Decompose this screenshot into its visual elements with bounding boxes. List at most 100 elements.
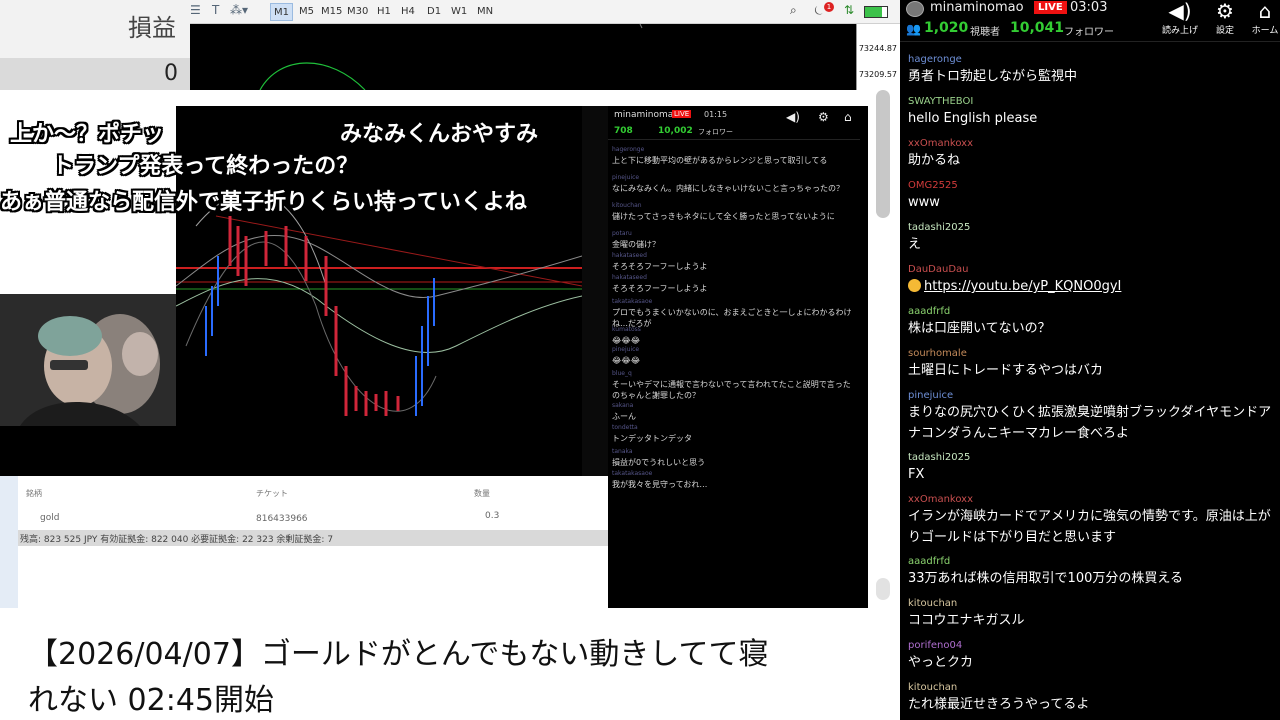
embedded-chat-text: 損益が0でうれしいと思う [612, 458, 706, 467]
read-aloud-button[interactable]: ◀) 読み上げ [1155, 0, 1205, 36]
price-scale: 73244.87 73209.57 [856, 24, 900, 90]
embedded-chat-username: sakana [612, 402, 634, 409]
indicator-curve [259, 23, 643, 91]
timeframe-m15-button[interactable]: M15 [318, 3, 345, 21]
streamer-name[interactable]: minaminomao [930, 0, 1024, 15]
chat-username[interactable]: tadashi2025 [908, 452, 1272, 464]
scrollbar-thumb[interactable] [876, 90, 890, 218]
timeframe-m30-button[interactable]: M30 [344, 3, 371, 21]
chat-username[interactable]: DauDauDau [908, 264, 1272, 276]
position-volume: 0.3 [485, 511, 500, 521]
embedded-chat-text: 金曜の儲け？ [612, 240, 660, 249]
search-icon[interactable]: ⌕ [790, 3, 797, 18]
embedded-chat-username: kumatoss [612, 326, 641, 333]
viewer-label: 視聴者 [970, 27, 1000, 38]
embedded-chat-username: hakataseed [612, 252, 647, 259]
chat-username[interactable]: xxOmankoxx [908, 138, 1272, 150]
chat-username[interactable]: OMG2525 [908, 180, 1272, 192]
embedded-chat-text: そーいやデマに通報で言わないでって言われてたこと説明で言ったのちゃんと謝罪したの… [612, 380, 851, 400]
timeframe-h1-button[interactable]: H1 [374, 3, 394, 21]
chat-text: www [908, 192, 1272, 213]
live-chat-panel: minaminomao LIVE 03:03 👥 1,020 視聴者 10,04… [900, 0, 1280, 720]
embedded-chat-text: そろそろフーフーしようよ [612, 262, 708, 271]
chat-username[interactable]: sourhomale [908, 348, 1272, 360]
chat-text-content: 勇者トロ勃起しながら監視中 [908, 69, 1078, 84]
chat-username[interactable]: xxOmankoxx [908, 494, 1272, 506]
embedded-chat-message: tondetta トンデッタトンデッタ [612, 422, 856, 444]
position-symbol: gold [40, 513, 60, 523]
battery-level [865, 7, 882, 17]
chat-text: 助かるね [908, 150, 1272, 171]
chat-text-content: https://youtu.be/yP_KQNO0gyI [924, 279, 1122, 294]
chat-username[interactable]: porifeno04 [908, 640, 1272, 652]
embedded-chat-header: minaminomao LIVE 01:15 708 10,002 フォロワー … [608, 106, 860, 140]
chat-text-content: 株は口座開いてないの？ [908, 321, 1051, 336]
home-label: ホーム [1251, 26, 1279, 36]
timeframe-mn-button[interactable]: MN [474, 3, 496, 21]
column-symbol: 銘柄 [26, 489, 42, 498]
chat-text-content: まりなの尻穴ひくひく拡張激臭逆噴射ブラックダイヤモンドアナコンダうんこキーマカレ… [908, 405, 1272, 441]
battery-icon [864, 6, 888, 18]
embedded-chat-text: トンデッタトンデッタ [612, 434, 692, 443]
embedded-follower-label: フォロワー [698, 128, 733, 136]
profit-loss-value-row: 0 [0, 58, 190, 90]
stream-view: 損益 0 ☰ T ⁂▾ M1 M5 M15 M30 H1 H4 D1 W1 MN ⌕ ⏾ 1 ⇅… [0, 0, 1280, 720]
chat-username[interactable]: hageronge [908, 54, 1272, 66]
shapes-icon[interactable]: ⁂▾ [230, 3, 248, 17]
live-badge: LIVE [1034, 1, 1067, 14]
text-tool-icon[interactable]: T [212, 3, 219, 17]
chat-message: hageronge 勇者トロ勃起しながら監視中 [908, 54, 1272, 87]
chat-text: hello English please [908, 108, 1272, 129]
embedded-chat-username: tanaka [612, 448, 633, 455]
chat-text-content: hello English please [908, 111, 1038, 126]
terminal-sidebar [0, 476, 18, 608]
embedded-streamer-name: minaminomao [614, 110, 679, 120]
streamer-avatar[interactable] [906, 1, 924, 17]
embedded-chat-username: takatakasaoe [612, 470, 653, 477]
timeframe-m1-button[interactable]: M1 [270, 3, 293, 21]
chat-message: SWAYTHEBOI hello English please [908, 96, 1272, 129]
chat-username[interactable]: kitouchan [908, 598, 1272, 610]
chat-username[interactable]: tadashi2025 [908, 222, 1272, 234]
speaker-icon: ◀) [1168, 0, 1192, 23]
embedded-chat-text: 上と下に移動平均の壁があるからレンジと思って取引してる [612, 156, 828, 165]
page-scrollbar[interactable] [868, 90, 900, 600]
video-title: 【2026/04/07】ゴールドがとんでもない動きしてて寝 れない 02:45開… [28, 632, 848, 720]
chat-text: 勇者トロ勃起しながら監視中 [908, 66, 1272, 87]
chat-text-content: ココウエナキガスル [908, 613, 1025, 628]
bell-icon[interactable]: ⏾ [814, 3, 824, 18]
chat-username[interactable]: SWAYTHEBOI [908, 96, 1272, 108]
embedded-chat-username: potaru [612, 230, 632, 237]
webcam-feed [0, 294, 176, 426]
chat-message-list[interactable]: hageronge 勇者トロ勃起しながら監視中 SWAYTHEBOI hello En… [900, 52, 1280, 720]
timeframe-m5-button[interactable]: M5 [296, 3, 317, 21]
embedded-chat-message: blue_q そーいやデマに通報で言わないでって言われてたこと説明で言ったのちゃん… [612, 368, 856, 401]
chat-header: minaminomao LIVE 03:03 👥 1,020 視聴者 10,04… [900, 0, 1280, 42]
chat-username[interactable]: pinejuice [908, 390, 1272, 402]
chat-username[interactable]: kitouchan [908, 682, 1272, 694]
chat-message: DauDauDau https://youtu.be/yP_KQNO0gyI [908, 264, 1272, 297]
chat-message: aaadfrfd 33万あれば株の信用取引で100万分の株買える [908, 556, 1272, 589]
profit-loss-panel: 損益 0 [0, 0, 190, 90]
chat-username[interactable]: aaadfrfd [908, 556, 1272, 568]
chat-link[interactable]: https://youtu.be/yP_KQNO0gyI [908, 276, 1272, 297]
embedded-chat-text: そろそろフーフーしようよ [612, 284, 708, 293]
embedded-chat-username: hakataseed [612, 274, 647, 281]
price-chart-top[interactable] [190, 23, 856, 91]
speaker-icon: ◀) [786, 110, 800, 124]
embedded-chat-username: pinejuice [612, 174, 640, 181]
chat-text: まりなの尻穴ひくひく拡張激臭逆噴射ブラックダイヤモンドアナコンダうんこキーマカレ… [908, 402, 1272, 444]
list-icon[interactable]: ☰ [190, 3, 201, 17]
chat-text-content: 助かるね [908, 153, 961, 168]
embedded-chat-message: tanaka 損益が0でうれしいと思う [612, 446, 856, 468]
smile-emoji-icon [908, 279, 921, 292]
home-button[interactable]: ⌂ ホーム [1240, 0, 1280, 36]
scrollbar-thumb-secondary[interactable] [876, 578, 890, 600]
timeframe-d1-button[interactable]: D1 [424, 3, 444, 21]
position-ticket: 816433966 [256, 514, 308, 524]
stream-video[interactable]: 上か～？ポチッ みなみくんおやすみ トランプ発表って終わったの？ あぁ普通なら配… [0, 106, 868, 608]
embedded-chat-message: pinejuice 😂😂😂 [612, 344, 856, 366]
chat-username[interactable]: aaadfrfd [908, 306, 1272, 318]
timeframe-w1-button[interactable]: W1 [448, 3, 470, 21]
timeframe-h4-button[interactable]: H4 [398, 3, 418, 21]
